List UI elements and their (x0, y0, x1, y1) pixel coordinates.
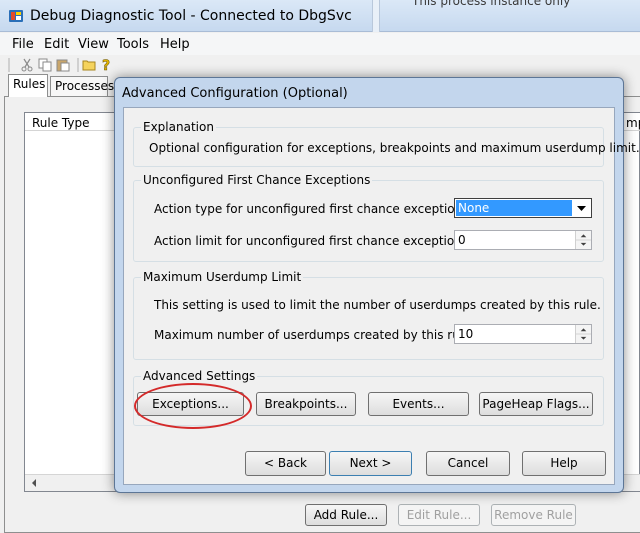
column-rule-type[interactable]: Rule Type (32, 116, 90, 130)
highlight-circle (134, 383, 252, 429)
events-button[interactable]: Events... (368, 392, 469, 416)
first-chance-legend: Unconfigured First Chance Exceptions (141, 173, 373, 187)
pageheap-flags-button[interactable]: PageHeap Flags... (479, 392, 593, 416)
advanced-settings-legend: Advanced Settings (141, 369, 258, 383)
remove-rule-button[interactable]: Remove Rule (491, 504, 576, 526)
dialog-title: Advanced Configuration (Optional) (122, 86, 348, 101)
background-window-title: This process instance only (412, 0, 571, 8)
add-rule-button[interactable]: Add Rule... (305, 504, 387, 526)
cancel-button[interactable]: Cancel (426, 451, 510, 476)
toolbar-grip-icon (8, 58, 10, 72)
breakpoints-button[interactable]: Breakpoints... (256, 392, 356, 416)
userdump-description: This setting is used to limit the number… (154, 298, 601, 312)
max-userdumps-label: Maximum number of userdumps created by t… (154, 328, 475, 342)
help-icon[interactable]: ? (101, 57, 113, 72)
paste-icon[interactable] (56, 58, 70, 72)
action-type-label: Action type for unconfigured first chanc… (154, 202, 473, 216)
tab-rules[interactable]: Rules (8, 74, 48, 97)
help-button[interactable]: Help (522, 451, 606, 476)
svg-text:?: ? (102, 58, 110, 72)
window-title: Debug Diagnostic Tool - Connected to Dbg… (30, 8, 352, 24)
back-button[interactable]: < Back (245, 451, 326, 476)
explanation-text: Optional configuration for exceptions, b… (149, 141, 640, 155)
max-userdumps-spinner[interactable] (454, 324, 592, 344)
action-limit-value[interactable]: 0 (455, 231, 466, 249)
menu-edit[interactable]: Edit (44, 37, 69, 52)
app-icon (9, 10, 23, 22)
scroll-left-icon[interactable] (30, 478, 38, 488)
next-button[interactable]: Next > (329, 451, 412, 476)
spinner-arrows-icon[interactable] (575, 231, 591, 249)
menu-tools[interactable]: Tools (117, 37, 149, 52)
folder-icon[interactable] (82, 58, 97, 72)
spinner-arrows-icon[interactable] (575, 325, 591, 343)
chevron-down-icon[interactable] (573, 200, 590, 216)
max-userdumps-value[interactable]: 10 (455, 325, 473, 343)
cut-icon[interactable] (20, 58, 34, 72)
background-window-edge (372, 0, 380, 32)
edit-rule-button[interactable]: Edit Rule... (398, 504, 480, 526)
copy-icon[interactable] (38, 58, 52, 72)
menu-view[interactable]: View (78, 37, 109, 52)
menu-file[interactable]: File (12, 37, 34, 52)
toolbar-separator-icon (77, 58, 79, 72)
action-limit-spinner[interactable] (454, 230, 592, 250)
userdump-group (133, 277, 604, 360)
userdump-legend: Maximum Userdump Limit (141, 270, 304, 284)
explanation-legend: Explanation (141, 120, 216, 134)
action-limit-label: Action limit for unconfigured first chan… (154, 234, 473, 248)
tab-processes[interactable]: Processes (50, 76, 114, 96)
action-type-value[interactable]: None (456, 200, 572, 216)
menu-help[interactable]: Help (160, 37, 190, 52)
column-partial-header[interactable]: mp (626, 116, 640, 130)
